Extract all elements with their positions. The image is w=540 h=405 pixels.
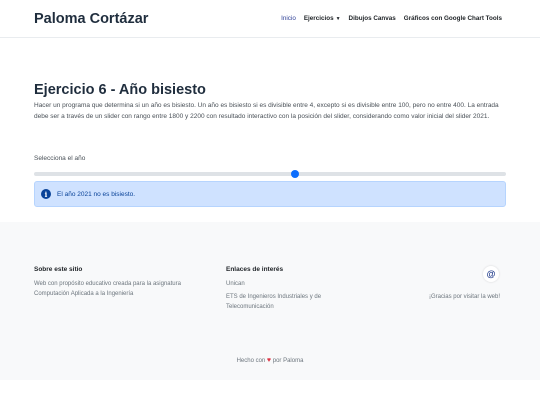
slider-label: Selecciona el año [34,155,86,162]
footer-thanks: ¡Gracias por visitar la web! [428,294,500,300]
made-prefix: Hecho con [236,358,266,364]
year-slider-track[interactable] [34,172,506,176]
main-nav: Inicio Ejercicios ▼ Dibujos Canvas Gráfic… [281,15,502,22]
year-slider-thumb[interactable] [290,170,299,178]
footer-link-ets[interactable]: ETS de Ingenieros Industriales y de Tele… [226,292,338,312]
info-icon: i [41,189,51,199]
nav-item-dibujos-canvas[interactable]: Dibujos Canvas [349,15,396,22]
result-alert: i El año 2021 no es bisiesto. [34,181,506,207]
navbar: Paloma Cortázar Inicio Ejercicios ▼ Dibuj… [0,0,540,38]
nav-item-inicio[interactable]: Inicio [281,15,296,22]
footer-about-title: Sobre este sitio [34,266,83,273]
made-suffix: por Paloma [272,358,304,364]
footer-links-title: Enlaces de interés [226,266,284,273]
page-title: Ejercicio 6 - Año bisiesto [34,82,206,98]
nav-item-ejercicios-label: Ejercicios [303,15,334,22]
nav-item-graficos[interactable]: Gráficos con Google Chart Tools [404,15,502,22]
chevron-down-icon: ▼ [335,16,341,22]
nav-item-ejercicios[interactable]: Ejercicios ▼ [304,15,341,22]
exercise-description: Hacer un programa que determina si un añ… [34,102,499,120]
site-brand[interactable]: Paloma Cortázar [34,11,148,27]
at-icon[interactable]: @ [483,266,499,282]
heart-icon: ♥ [266,357,272,364]
made-with-love: Hecho con ♥ por Paloma [0,357,540,364]
footer-link-unican[interactable]: Unican [226,279,245,289]
footer-about-text: Web con propósito educativo creada para … [34,281,181,297]
result-text: El año 2021 no es bisiesto. [57,190,136,198]
